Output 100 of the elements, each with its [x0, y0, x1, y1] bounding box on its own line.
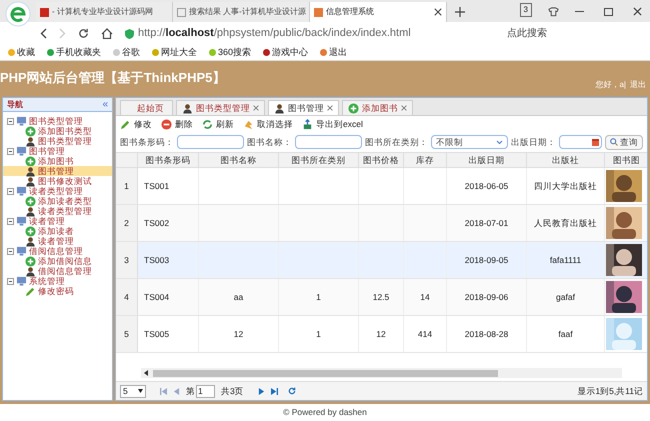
- bookmark-link[interactable]: 退出: [320, 46, 348, 60]
- text-field[interactable]: [177, 135, 244, 149]
- table-cell: 人民教育出版社: [534, 216, 597, 230]
- tree-item[interactable]: 借阅信息管理: [3, 266, 112, 276]
- reload-icon[interactable]: [78, 28, 89, 39]
- table-cell: 1: [316, 290, 321, 304]
- home-icon[interactable]: [101, 28, 113, 39]
- back-icon[interactable]: [40, 28, 47, 39]
- tree-node[interactable]: 图书管理: [3, 146, 112, 156]
- collapse-icon[interactable]: [7, 248, 14, 254]
- tree-item[interactable]: 添加图书类型: [3, 126, 112, 136]
- text-field[interactable]: [295, 135, 362, 149]
- bookmark-link[interactable]: 收藏: [8, 46, 35, 60]
- table-cell: TS003: [144, 254, 170, 266]
- bookmark-link[interactable]: 游戏中心: [263, 46, 308, 60]
- tree-item[interactable]: 图书管理: [3, 166, 112, 176]
- collapse-icon[interactable]: [7, 118, 14, 124]
- new-tab-icon[interactable]: [455, 7, 465, 17]
- toolbar-button[interactable]: 修改: [120, 118, 152, 130]
- tree-item[interactable]: 修改密码: [3, 286, 112, 296]
- chevron-down-icon[interactable]: [496, 140, 504, 144]
- maximize-icon[interactable]: [604, 8, 613, 16]
- category-select[interactable]: 不限制: [431, 135, 508, 149]
- table-row[interactable]: 5 TS005 12 1 12 414 2018-08-28 faaf: [116, 316, 647, 353]
- collapse-icon[interactable]: [7, 148, 14, 154]
- tree-item[interactable]: 图书类型管理: [3, 136, 112, 146]
- delete-icon: [161, 118, 172, 130]
- tree-node[interactable]: 借阅信息管理: [3, 246, 112, 256]
- bookmark-link[interactable]: 谷歌: [113, 46, 140, 60]
- collapse-button[interactable]: «: [102, 97, 108, 112]
- table-row[interactable]: 1 TS001 2018-06-05 四川大学出版社: [116, 168, 647, 205]
- table-cell: fafa1111: [550, 254, 582, 266]
- page-size-select[interactable]: 5: [120, 384, 146, 398]
- collapse-icon[interactable]: [7, 188, 14, 194]
- horizontal-scrollbar[interactable]: [141, 368, 622, 378]
- bookmark-link[interactable]: 360搜索: [209, 46, 252, 60]
- tree-item[interactable]: 添加读者类型: [3, 196, 112, 206]
- date-field[interactable]: [559, 135, 602, 149]
- toolbar-button[interactable]: 删除: [161, 118, 193, 130]
- page-field[interactable]: 1: [196, 384, 215, 398]
- row-number: 5: [116, 316, 138, 352]
- close-icon[interactable]: [401, 105, 407, 111]
- caret-icon[interactable]: [138, 389, 143, 393]
- tree-item[interactable]: 图书修改测试: [3, 176, 112, 186]
- column-header[interactable]: 出版日期: [447, 153, 527, 167]
- tree-item[interactable]: 读者类型管理: [3, 206, 112, 216]
- search-field[interactable]: 点此搜索: [507, 26, 617, 41]
- tree-node[interactable]: 读者管理: [3, 216, 112, 226]
- tree-item[interactable]: 添加借阅信息: [3, 256, 112, 266]
- user-icon: [25, 136, 36, 146]
- close-icon[interactable]: [434, 8, 442, 16]
- column-header[interactable]: 图书价格: [359, 153, 404, 167]
- table-cell: 12: [234, 328, 244, 340]
- scroll-left-icon[interactable]: [143, 370, 151, 376]
- table-row[interactable]: 2 TS002 2018-07-01 人民教育出版社: [116, 205, 647, 242]
- table-cell: TS001: [144, 180, 170, 192]
- tree-item[interactable]: 添加读者: [3, 226, 112, 236]
- bookmark-link[interactable]: 网址大全: [152, 46, 197, 60]
- column-header[interactable]: 图书名称: [199, 153, 279, 167]
- bookmark-link[interactable]: 手机收藏夹: [47, 46, 101, 60]
- close-icon[interactable]: [253, 105, 259, 111]
- close-icon[interactable]: [633, 7, 642, 16]
- tree-item[interactable]: 读者管理: [3, 236, 112, 246]
- toolbar-button[interactable]: 取消选择: [243, 118, 293, 130]
- column-header[interactable]: 库存: [404, 153, 447, 167]
- next-page-icon[interactable]: [258, 388, 265, 394]
- shirt-icon[interactable]: [548, 7, 559, 17]
- user-icon: [25, 236, 36, 246]
- page-tab[interactable]: 图书类型管理: [176, 100, 265, 115]
- tab-count[interactable]: 3: [520, 3, 532, 17]
- column-header[interactable]: 图书图: [605, 153, 647, 167]
- collapse-icon[interactable]: [7, 278, 14, 284]
- table-cell: TS005: [144, 328, 170, 340]
- tree-node[interactable]: 读者类型管理: [3, 186, 112, 196]
- toolbar-button[interactable]: 导出到excel: [302, 118, 363, 130]
- refresh-icon[interactable]: [288, 387, 296, 395]
- table-cell: 2018-07-01: [464, 216, 508, 230]
- last-page-icon[interactable]: [270, 388, 278, 394]
- close-icon[interactable]: [327, 105, 333, 111]
- page-tab[interactable]: 图书管理: [268, 100, 339, 115]
- column-header[interactable]: 出版社: [527, 153, 605, 167]
- tree-node[interactable]: 图书类型管理: [3, 116, 112, 126]
- monitor-icon: [16, 146, 27, 156]
- toolbar-button[interactable]: 刷新: [202, 118, 234, 130]
- column-header[interactable]: 图书条形码: [138, 153, 199, 167]
- table-row[interactable]: 3 TS003 2018-09-05 fafa1111: [116, 242, 647, 279]
- table-row[interactable]: 4 TS004 aa 1 12.5 14 2018-09-06 gafaf: [116, 279, 647, 316]
- plus-circle-icon: [25, 196, 36, 206]
- collapse-icon[interactable]: [7, 218, 14, 224]
- monitor-icon: [16, 246, 27, 256]
- tree-item[interactable]: 添加图书: [3, 156, 112, 166]
- shield-icon: [125, 28, 134, 38]
- address-field[interactable]: http://localhost/phpsystem/public/back/index/index.html: [125, 25, 455, 42]
- page-tab[interactable]: 添加图书: [342, 100, 413, 115]
- tree-node[interactable]: 系统管理: [3, 276, 112, 286]
- column-header[interactable]: 图书所在类别: [279, 153, 359, 167]
- field-label: 出版日期：: [511, 136, 556, 148]
- page-tab[interactable]: 起始页: [120, 100, 173, 115]
- query-button[interactable]: 查询: [605, 134, 643, 150]
- user-icon: [25, 166, 36, 176]
